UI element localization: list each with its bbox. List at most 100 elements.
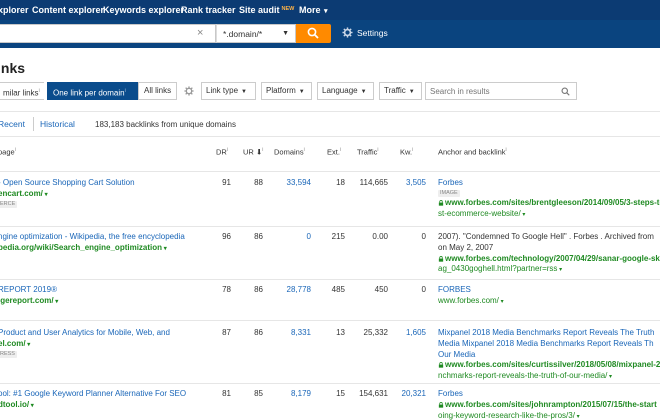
- ext-value: 15: [336, 389, 345, 398]
- referring-page-url[interactable]: pedia.org/wiki/Search_engine_optimizatio…: [0, 243, 167, 252]
- mode-select[interactable]: *.domain/* ▼: [216, 24, 296, 43]
- backlink-url[interactable]: www.forbes.com/sites/johnrampton/2015/07…: [438, 400, 657, 409]
- domains-value[interactable]: 33,594: [287, 178, 311, 187]
- nav-site-audit[interactable]: Site audit NEW: [239, 5, 294, 15]
- ur-value: 86: [254, 285, 263, 294]
- anchor-text[interactable]: Mixpanel 2018 Media Benchmarks Report Re…: [438, 328, 654, 337]
- backlink-url[interactable]: www.forbes.com/sites/brentgleeson/2014/0…: [438, 198, 660, 207]
- nav-keywords-explorer[interactable]: Keywords explorer: [103, 5, 184, 15]
- tab-historical[interactable]: Historical: [40, 119, 75, 129]
- column-header-domains[interactable]: Domainsi: [274, 147, 305, 157]
- anchor-text[interactable]: Our Media: [438, 350, 475, 359]
- referring-page-url[interactable]: encart.com/ ▾: [0, 189, 48, 198]
- domains-value[interactable]: 8,179: [291, 389, 311, 398]
- referring-page-url[interactable]: dtool.io/ ▾: [0, 400, 34, 409]
- anchor-text[interactable]: Forbes: [438, 178, 463, 187]
- backlink-url[interactable]: ag_0430goghell.html?partner=rss ▾: [438, 264, 562, 273]
- anchor-text[interactable]: Media Mixpanel 2018 Media Benchmarks Rep…: [438, 339, 654, 348]
- page-title: inks: [0, 60, 26, 76]
- backlink-url-text: www.forbes.com/sites/curtissilver/2018/0…: [445, 360, 660, 370]
- divider: [0, 111, 660, 112]
- column-header-dr[interactable]: DRi: [216, 147, 228, 157]
- chevron-down-icon[interactable]: ▾: [43, 192, 48, 198]
- nav-more-label: More: [299, 5, 321, 15]
- referring-page-url[interactable]: lgereport.com/ ▾: [0, 296, 58, 305]
- nav-content-explorer[interactable]: Content explorer: [32, 5, 104, 15]
- tab-recent[interactable]: Recent: [0, 119, 25, 129]
- backlink-url[interactable]: www.forbes.com/ ▾: [438, 296, 504, 305]
- column-header-anchor[interactable]: Anchor and backlinki: [438, 147, 507, 157]
- referring-page-title[interactable]: ngine optimization - Wikipedia, the free…: [0, 232, 185, 241]
- platform-dropdown[interactable]: Platform ▼: [261, 82, 312, 100]
- close-icon[interactable]: ×: [197, 28, 203, 39]
- column-header-kw[interactable]: Kw.i: [400, 147, 413, 157]
- segment-similar-links[interactable]: milar linksi: [0, 82, 44, 100]
- search-bar: × *.domain/* ▼ Settings: [0, 20, 660, 48]
- column-label: Traffic: [357, 147, 378, 157]
- column-header-ext[interactable]: Ext.i: [327, 147, 341, 157]
- chevron-down-icon[interactable]: ▾: [499, 299, 504, 305]
- search-icon[interactable]: [561, 87, 570, 96]
- backlink-url[interactable]: oing-keyword-research-like-the-pros/3/ ▾: [438, 411, 580, 420]
- chevron-down-icon[interactable]: ▾: [162, 246, 167, 252]
- mode-select-value: *.domain/*: [223, 29, 263, 39]
- row-divider: [0, 226, 660, 227]
- traffic-value: 154,631: [359, 389, 388, 398]
- chevron-down-icon[interactable]: ▾: [521, 212, 525, 218]
- divider: [0, 171, 660, 172]
- anchor-text[interactable]: FORBES: [438, 285, 471, 294]
- chevron-down-icon[interactable]: ▾: [26, 342, 30, 348]
- keywords-value[interactable]: 1,605: [406, 328, 426, 337]
- referring-page-title[interactable]: REPORT 2019®: [0, 285, 57, 294]
- referring-page-title[interactable]: Product and User Analytics for Mobile, W…: [0, 328, 170, 337]
- lock-icon: [438, 255, 444, 262]
- column-label: DR: [216, 147, 227, 157]
- domains-value[interactable]: 0: [307, 232, 311, 241]
- chevron-down-icon[interactable]: ▾: [54, 299, 58, 305]
- column-label: Anchor and backlink: [438, 147, 506, 157]
- language-dropdown[interactable]: Language ▼: [317, 82, 374, 100]
- domains-value[interactable]: 8,331: [291, 328, 311, 337]
- row-divider: [0, 279, 660, 280]
- chevron-down-icon: ▼: [360, 89, 367, 95]
- traffic-dropdown[interactable]: Traffic ▼: [379, 82, 422, 100]
- backlinks-summary: 183,183 backlinks from unique domains: [95, 120, 236, 129]
- results-search-field[interactable]: [425, 82, 577, 100]
- search-button[interactable]: [296, 24, 331, 43]
- gear-icon[interactable]: [184, 86, 194, 96]
- backlink-url[interactable]: nchmarks-report-reveals-the-truth-of-our…: [438, 371, 612, 380]
- keywords-value[interactable]: 20,321: [402, 389, 426, 398]
- results-search-input[interactable]: [426, 83, 556, 99]
- backlink-url[interactable]: www.forbes.com/technology/2007/04/29/san…: [438, 254, 660, 263]
- nav-site-explorer[interactable]: xplorer: [0, 5, 29, 15]
- nav-more[interactable]: More ▾: [299, 5, 328, 15]
- column-label: Domains: [274, 147, 304, 157]
- ur-value: 86: [254, 232, 263, 241]
- dropdown-label: Link type: [206, 86, 239, 95]
- chevron-down-icon[interactable]: ▾: [575, 414, 580, 420]
- segment-all-links[interactable]: All links: [138, 82, 177, 100]
- backlink-url[interactable]: st-ecommerce-website/ ▾: [438, 209, 525, 218]
- top-nav: xplorer Content explorer Keywords explor…: [0, 0, 660, 20]
- column-header-traffic[interactable]: Traffici: [357, 147, 379, 157]
- chevron-down-icon[interactable]: ▾: [607, 374, 612, 380]
- chevron-down-icon[interactable]: ▾: [29, 403, 34, 409]
- referring-page-title[interactable]: ool: #1 Google Keyword Planner Alternati…: [0, 389, 186, 398]
- segment-label: All links: [144, 86, 172, 95]
- search-input[interactable]: ×: [0, 24, 216, 43]
- segment-label: One link per domain: [53, 88, 125, 98]
- column-header-page[interactable]: pagei: [0, 147, 16, 157]
- segment-one-link-per-domain[interactable]: One link per domaini: [47, 82, 138, 100]
- url-text: lgereport.com/: [0, 295, 54, 305]
- link-type-dropdown[interactable]: Link type ▼: [201, 82, 256, 100]
- anchor-text[interactable]: Forbes: [438, 389, 463, 398]
- backlink-url-text: www.forbes.com/technology/2007/04/29/san…: [445, 253, 660, 263]
- keywords-value[interactable]: 3,505: [406, 178, 426, 187]
- referring-page-title[interactable]: - Open Source Shopping Cart Solution: [0, 178, 135, 187]
- nav-rank-tracker[interactable]: Rank tracker: [181, 5, 236, 15]
- domains-value[interactable]: 28,778: [287, 285, 311, 294]
- referring-page-url[interactable]: el.com/ ▾: [0, 339, 30, 348]
- column-header-ur[interactable]: UR ⬇i: [243, 147, 263, 157]
- chevron-down-icon[interactable]: ▾: [557, 267, 562, 273]
- backlink-url[interactable]: www.forbes.com/sites/curtissilver/2018/0…: [438, 360, 660, 369]
